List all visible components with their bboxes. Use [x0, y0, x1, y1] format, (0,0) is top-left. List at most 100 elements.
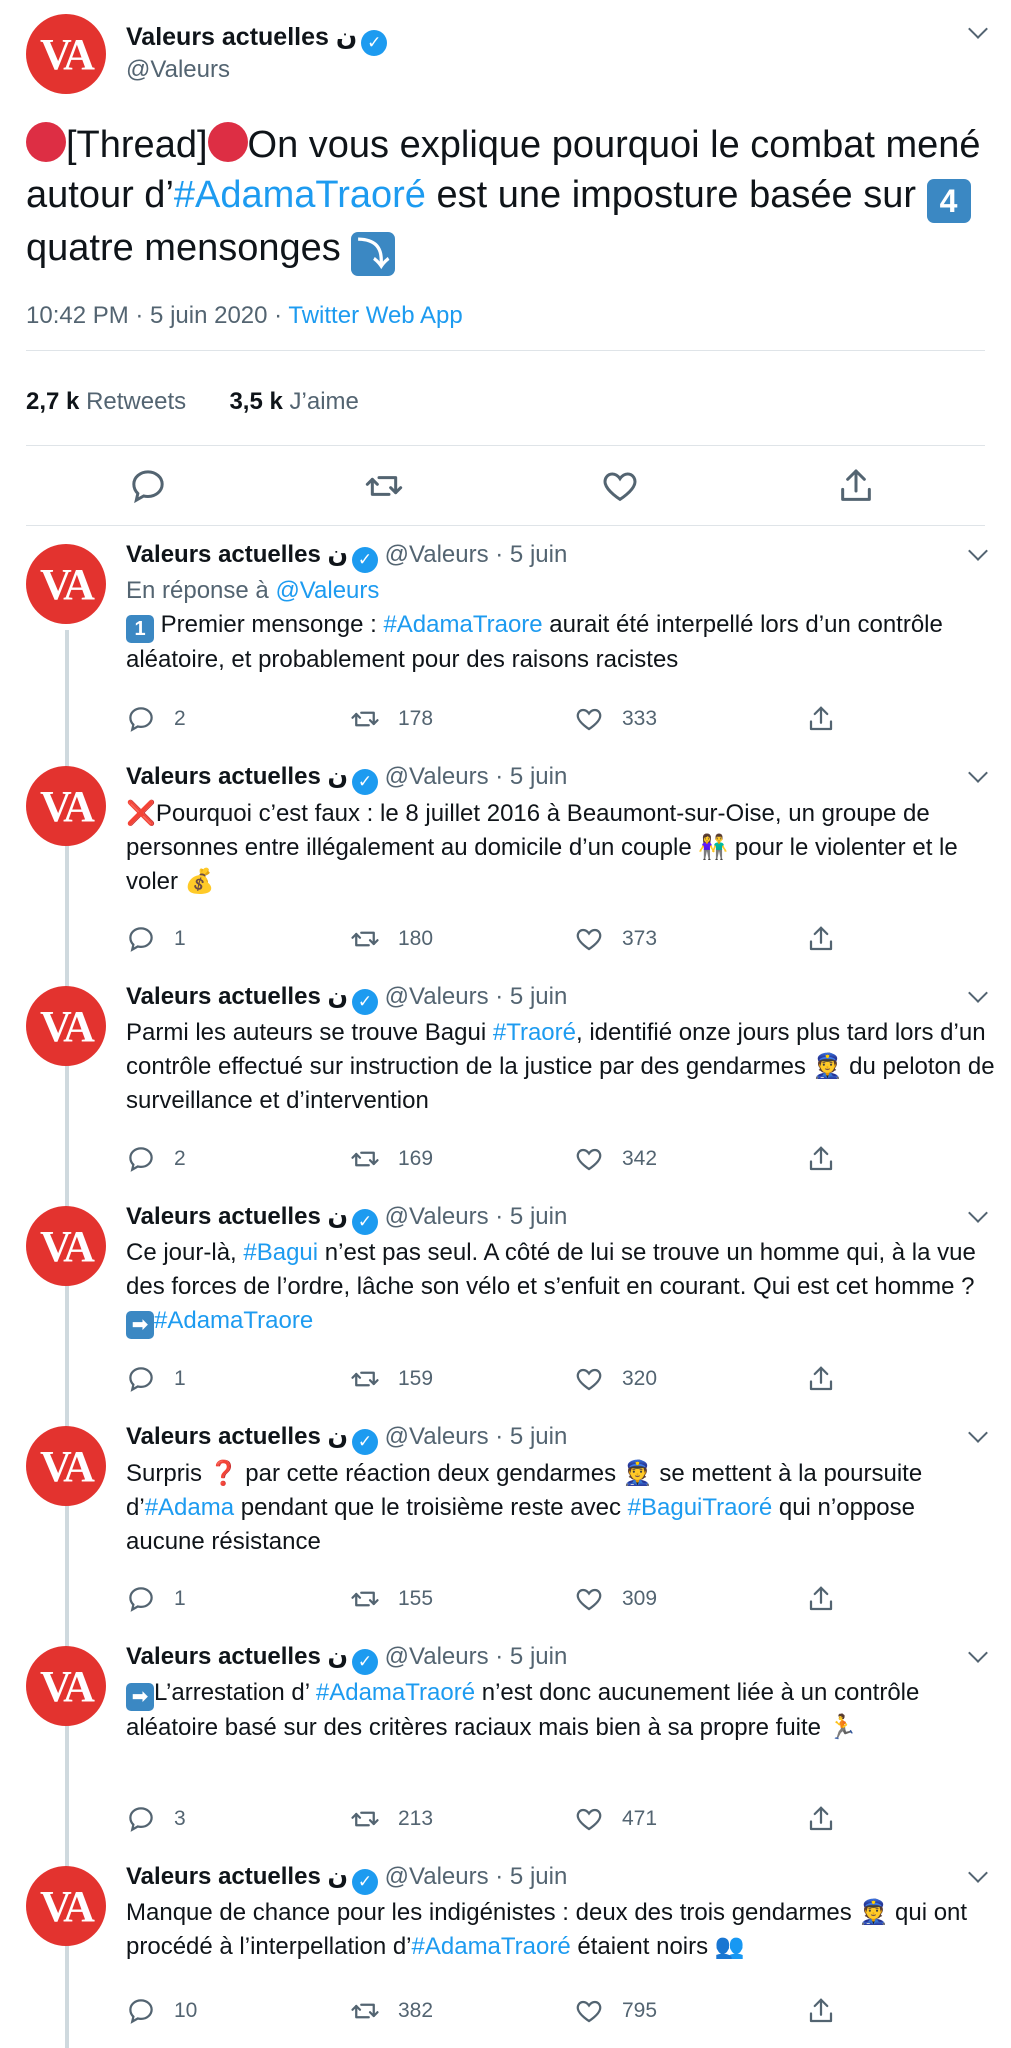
reply-button[interactable]: 1 [126, 924, 186, 954]
retweet-button[interactable]: 382 [350, 1996, 433, 2026]
avatar[interactable]: VA [26, 986, 106, 1066]
author-handle[interactable]: @Valeurs [385, 1643, 489, 1670]
author-handle[interactable]: @Valeurs [126, 56, 230, 84]
tweet-source-link[interactable]: Twitter Web App [288, 302, 462, 329]
tweet-text: ➡ L’arrestation d’ #AdamaTraoré n’est don… [126, 1676, 996, 1745]
share-button[interactable] [806, 704, 836, 734]
author-name[interactable]: Valeurs actuelles ن ✓ [126, 22, 388, 56]
share-icon[interactable] [836, 466, 876, 506]
author-name[interactable]: Valeurs actuelles ن [126, 1643, 348, 1670]
avatar[interactable]: VA [26, 14, 106, 94]
likes-stat[interactable]: 3,5 k J’aime [229, 388, 358, 415]
share-icon [806, 1996, 836, 2026]
author-name[interactable]: Valeurs actuelles ن [126, 763, 348, 790]
share-button[interactable] [806, 1996, 836, 2026]
reply-to-link[interactable]: @Valeurs [275, 577, 379, 604]
tweet-date[interactable]: 5 juin [510, 1643, 567, 1670]
hashtag-link[interactable]: #Adama [145, 1494, 234, 1521]
tweet-header: Valeurs actuelles ن ✓ @Valeurs · 5 juin [126, 540, 567, 573]
hashtag-link[interactable]: #Bagui [243, 1239, 318, 1266]
like-button[interactable]: 342 [574, 1144, 657, 1174]
tweet-date[interactable]: 5 juin [510, 1863, 567, 1890]
hashtag-link[interactable]: #BaguiTraoré [628, 1494, 773, 1521]
author-name[interactable]: Valeurs actuelles ن [126, 1423, 348, 1450]
retweet-count: 180 [398, 927, 434, 950]
share-icon [806, 704, 836, 734]
tweet-actions: 1 159 320 [126, 1364, 846, 1394]
chevron-down-icon[interactable] [968, 1863, 988, 1883]
separator: · [488, 763, 510, 790]
tweet-date[interactable]: 5 juin [510, 541, 567, 568]
reply-button[interactable]: 3 [126, 1804, 186, 1834]
avatar[interactable]: VA [26, 544, 106, 624]
author-name[interactable]: Valeurs actuelles ن [126, 1863, 348, 1890]
like-button[interactable]: 333 [574, 704, 657, 734]
retweet-button[interactable]: 159 [350, 1364, 433, 1394]
retweets-stat[interactable]: 2,7 k Retweets [26, 388, 186, 415]
chevron-down-icon[interactable] [968, 1643, 988, 1663]
chevron-down-icon[interactable] [968, 541, 988, 561]
share-button[interactable] [806, 1364, 836, 1394]
author-handle[interactable]: @Valeurs [385, 541, 489, 568]
retweet-button[interactable]: 155 [350, 1584, 433, 1614]
chevron-down-icon[interactable] [968, 19, 988, 39]
chevron-down-icon[interactable] [968, 983, 988, 1003]
hashtag-link[interactable]: #AdamaTraore [383, 611, 542, 638]
avatar[interactable]: VA [26, 1206, 106, 1286]
retweet-icon[interactable] [364, 466, 404, 506]
retweet-icon [350, 924, 380, 954]
author-handle[interactable]: @Valeurs [385, 1203, 489, 1230]
retweet-icon [350, 1364, 380, 1394]
chevron-down-icon[interactable] [968, 763, 988, 783]
like-button[interactable]: 373 [574, 924, 657, 954]
chevron-down-icon[interactable] [968, 1423, 988, 1443]
hashtag-link[interactable]: #AdamaTraoré [316, 1679, 475, 1706]
reply-button[interactable]: 1 [126, 1584, 186, 1614]
author-handle[interactable]: @Valeurs [385, 763, 489, 790]
verified-icon: ✓ [361, 30, 388, 56]
like-button[interactable]: 309 [574, 1584, 657, 1614]
retweet-button[interactable]: 213 [350, 1804, 433, 1834]
avatar[interactable]: VA [26, 1866, 106, 1946]
author-name[interactable]: Valeurs actuelles ن [126, 983, 348, 1010]
reply-button[interactable]: 2 [126, 1144, 186, 1174]
author-handle[interactable]: @Valeurs [385, 1863, 489, 1890]
hashtag-link[interactable]: #AdamaTraore [154, 1307, 313, 1334]
avatar[interactable]: VA [26, 1426, 106, 1506]
like-button[interactable]: 795 [574, 1996, 657, 2026]
retweet-button[interactable]: 180 [350, 924, 433, 954]
tweet-actions: 2 178 333 [126, 704, 846, 734]
author-name[interactable]: Valeurs actuelles ن [126, 541, 348, 568]
reply-button[interactable]: 10 [126, 1996, 197, 2026]
share-button[interactable] [806, 924, 836, 954]
emoji-keycap: 4 [926, 179, 971, 223]
avatar[interactable]: VA [26, 1646, 106, 1726]
tweet-date[interactable]: 5 juin [510, 983, 567, 1010]
tweet-timestamp[interactable]: 10:42 PM · 5 juin 2020 · [26, 302, 288, 329]
hashtag-link[interactable]: #AdamaTraoré [174, 174, 426, 216]
tweet-date[interactable]: 5 juin [510, 1203, 567, 1230]
chevron-down-icon[interactable] [968, 1203, 988, 1223]
author-handle[interactable]: @Valeurs [385, 1423, 489, 1450]
share-button[interactable] [806, 1584, 836, 1614]
reply-icon[interactable] [128, 466, 168, 506]
like-count: 471 [622, 1807, 658, 1830]
tweet-date[interactable]: 5 juin [510, 763, 567, 790]
author-handle[interactable]: @Valeurs [385, 983, 489, 1010]
share-button[interactable] [806, 1144, 836, 1174]
like-button[interactable]: 320 [574, 1364, 657, 1394]
like-button[interactable]: 471 [574, 1804, 657, 1834]
reply-button[interactable]: 1 [126, 1364, 186, 1394]
author-name[interactable]: Valeurs actuelles ن [126, 1203, 348, 1230]
retweet-button[interactable]: 178 [350, 704, 433, 734]
reply-count: 2 [174, 707, 186, 730]
hashtag-link[interactable]: #Traoré [493, 1019, 576, 1046]
retweet-button[interactable]: 169 [350, 1144, 433, 1174]
reply-button[interactable]: 2 [126, 704, 186, 734]
share-button[interactable] [806, 1804, 836, 1834]
avatar[interactable]: VA [26, 766, 106, 846]
hashtag-link[interactable]: #AdamaTraoré [412, 1933, 571, 1960]
tweet-date[interactable]: 5 juin [510, 1423, 567, 1450]
heart-icon[interactable] [600, 466, 640, 506]
text-segment: pendant que le troisième reste avec [234, 1494, 628, 1521]
